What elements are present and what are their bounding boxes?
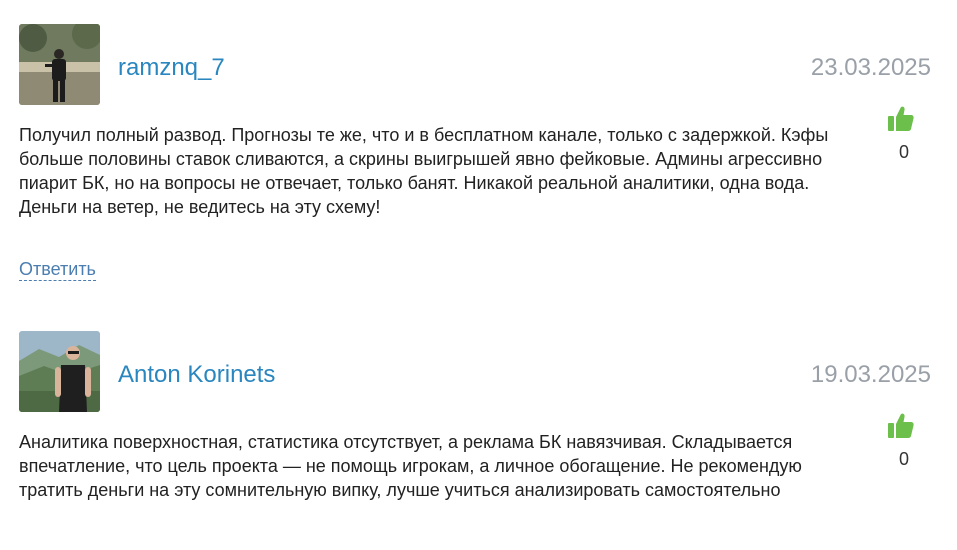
- username[interactable]: ramznq_7: [118, 54, 225, 82]
- comment-text: Аналитика поверхностная, статистика отсу…: [19, 432, 802, 500]
- avatar[interactable]: [19, 331, 100, 412]
- comment-date: 23.03.2025: [810, 54, 931, 81]
- comment-text: Получил полный развод. Прогнозы те же, ч…: [19, 125, 829, 217]
- reply-link[interactable]: Ответить: [19, 258, 96, 281]
- avatar[interactable]: [19, 24, 100, 105]
- avatar-photo: [19, 331, 100, 412]
- thumbs-up-icon[interactable]: [886, 411, 916, 441]
- thumbs-up-icon[interactable]: [886, 104, 916, 134]
- username[interactable]: Anton Korinets: [118, 361, 275, 389]
- like-count: 0: [898, 142, 909, 162]
- avatar-photo: [19, 24, 100, 105]
- like-count: 0: [898, 449, 909, 469]
- comment-date: 19.03.2025: [810, 361, 931, 388]
